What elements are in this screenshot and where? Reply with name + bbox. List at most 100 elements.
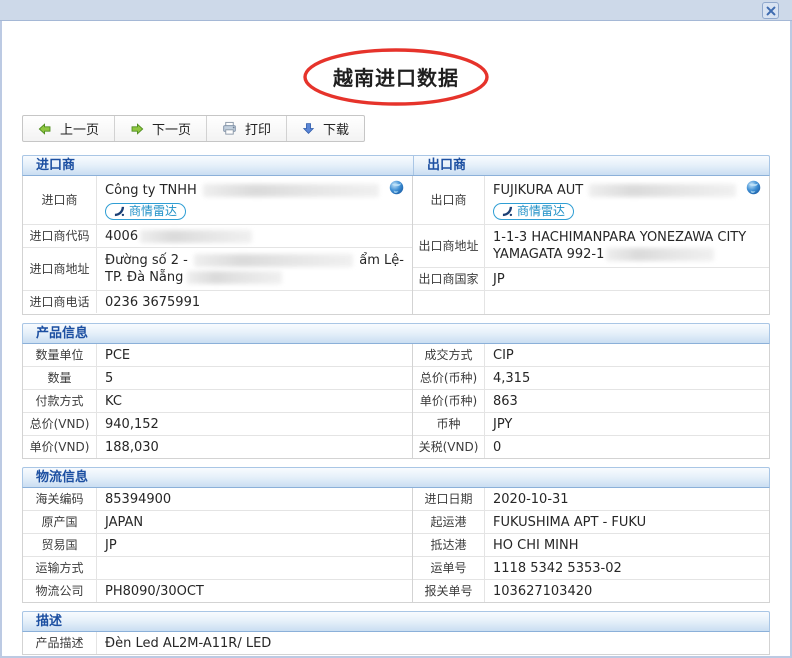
importer-address-line1-end: ẩm Lệ- [359, 252, 404, 269]
globe-icon[interactable] [389, 180, 404, 200]
table-row: 贸易国JP [23, 533, 412, 556]
prev-page-button[interactable]: 上一页 [23, 116, 115, 141]
table-row: 起运港FUKUSHIMA APT - FUKU [413, 510, 769, 533]
row-value: 103627103420 [485, 580, 769, 602]
table-row: 出口商 FUJIKURA AUT [413, 176, 769, 224]
table-row: 总价(币种)4,315 [413, 366, 769, 389]
row-label: 进口日期 [413, 488, 485, 510]
row-value: 85394900 [97, 488, 412, 510]
table-row: 运输方式 [23, 556, 412, 579]
row-label: 海关编码 [23, 488, 97, 510]
importer-name-text: Công ty TNHH [105, 182, 197, 199]
exporter-table: 出口商 FUJIKURA AUT [413, 176, 770, 315]
row-value: JPY [485, 413, 769, 435]
row-label: 产品描述 [23, 632, 97, 654]
exporter-address-cell: 1-1-3 HACHIMANPARA YONEZAWA CITY YAMAGAT… [485, 225, 769, 267]
row-label: 贸易国 [23, 534, 97, 556]
table-row: 数量单位PCE [23, 344, 412, 366]
row-label: 出口商 [413, 176, 485, 224]
row-label: 总价(币种) [413, 367, 485, 389]
table-row: 报关单号103627103420 [413, 579, 769, 602]
arrow-right-icon [130, 122, 144, 136]
dialog-content: 越南进口数据 上一页 下一页 [0, 21, 792, 658]
row-value: 863 [485, 390, 769, 412]
row-label: 出口商地址 [413, 225, 485, 267]
row-label: 运输方式 [23, 557, 97, 579]
exporter-country-cell: JP [485, 268, 769, 290]
row-label: 进口商 [23, 176, 97, 224]
row-label: 进口商电话 [23, 291, 97, 313]
row-value: 940,152 [97, 413, 412, 435]
importer-name-cell: Công ty TNHH [97, 176, 412, 224]
product-info-header: 产品信息 [22, 323, 770, 344]
printer-icon [222, 121, 237, 136]
exporter-address-line1: 1-1-3 HACHIMANPARA YONEZAWA CITY [493, 229, 746, 246]
table-row: 进口商电话 0236 3675991 [23, 290, 412, 313]
close-icon [765, 5, 777, 17]
row-value: 1118 5342 5353-02 [485, 557, 769, 579]
section-logistics-info: 物流信息 海关编码85394900 原产国JAPAN 贸易国JP 运输方式 物流… [22, 467, 770, 603]
table-row: 出口商地址 1-1-3 HACHIMANPARA YONEZAWA CITY Y… [413, 224, 769, 267]
print-button[interactable]: 打印 [207, 116, 287, 141]
table-row: 数量5 [23, 366, 412, 389]
row-value: HO CHI MINH [485, 534, 769, 556]
table-row: 关税(VND)0 [413, 435, 769, 458]
logistics-left-table: 海关编码85394900 原产国JAPAN 贸易国JP 运输方式 物流公司PH8… [22, 488, 413, 603]
logistics-info-header: 物流信息 [22, 467, 770, 488]
row-value: JP [97, 534, 412, 556]
row-label: 单价(VND) [23, 436, 97, 458]
product-description-cell: Đèn Led AL2M-A11R/ LED [97, 632, 769, 654]
row-label: 数量单位 [23, 344, 97, 366]
print-label: 打印 [245, 119, 271, 138]
globe-icon[interactable] [746, 180, 761, 200]
row-value: PH8090/30OCT [97, 580, 412, 602]
next-page-label: 下一页 [152, 119, 191, 138]
section-product-info: 产品信息 数量单位PCE 数量5 付款方式KC 总价(VND)940,152 单… [22, 323, 770, 459]
row-label: 报关单号 [413, 580, 485, 602]
redaction-blur [194, 254, 353, 267]
row-value: FUKUSHIMA APT - FUKU [485, 511, 769, 533]
description-header: 描述 [22, 611, 770, 632]
table-row: 单价(VND)188,030 [23, 435, 412, 458]
row-label: 抵达港 [413, 534, 485, 556]
row-value: PCE [97, 344, 412, 366]
importer-code-cell: 4006 [97, 225, 412, 247]
radar-badge-label: 商情雷达 [517, 204, 565, 219]
row-value [97, 557, 412, 579]
exporter-header: 出口商 [414, 156, 769, 175]
exporter-name-text: FUJIKURA AUT [493, 182, 583, 199]
product-left-table: 数量单位PCE 数量5 付款方式KC 总价(VND)940,152 单价(VND… [22, 344, 413, 459]
row-label: 起运港 [413, 511, 485, 533]
arrow-left-icon [38, 122, 52, 136]
page-title: 越南进口数据 [333, 66, 459, 90]
row-value: 188,030 [97, 436, 412, 458]
table-row: 抵达港HO CHI MINH [413, 533, 769, 556]
section-description: 描述 产品描述 Đèn Led AL2M-A11R/ LED [22, 611, 770, 655]
dialog-titlebar [0, 0, 792, 21]
product-right-table: 成交方式CIP 总价(币种)4,315 单价(币种)863 币种JPY 关税(V… [413, 344, 770, 459]
importer-header: 进口商 [23, 156, 414, 175]
close-button[interactable] [762, 2, 779, 19]
next-page-button[interactable]: 下一页 [115, 116, 207, 141]
title-row: 越南进口数据 [22, 57, 770, 91]
row-label: 关税(VND) [413, 436, 485, 458]
table-row: 进口日期2020-10-31 [413, 488, 769, 510]
exporter-name-cell: FUJIKURA AUT [485, 176, 769, 224]
exporter-address-line2: YAMAGATA 992-1 [493, 246, 604, 263]
radar-badge-label: 商情雷达 [129, 204, 177, 219]
business-radar-badge[interactable]: 商情雷达 [493, 203, 574, 220]
row-value: 5 [97, 367, 412, 389]
download-button[interactable]: 下载 [287, 116, 364, 141]
row-label: 总价(VND) [23, 413, 97, 435]
redaction-blur [606, 248, 714, 261]
row-value: KC [97, 390, 412, 412]
satellite-dish-icon [502, 206, 513, 217]
toolbar: 上一页 下一页 打印 [22, 115, 365, 142]
row-label: 付款方式 [23, 390, 97, 412]
importer-table: 进口商 Công ty TNHH [22, 176, 413, 315]
redaction-blur [589, 184, 736, 197]
row-label: 币种 [413, 413, 485, 435]
business-radar-badge[interactable]: 商情雷达 [105, 203, 186, 220]
download-label: 下载 [323, 119, 349, 138]
table-row: 成交方式CIP [413, 344, 769, 366]
